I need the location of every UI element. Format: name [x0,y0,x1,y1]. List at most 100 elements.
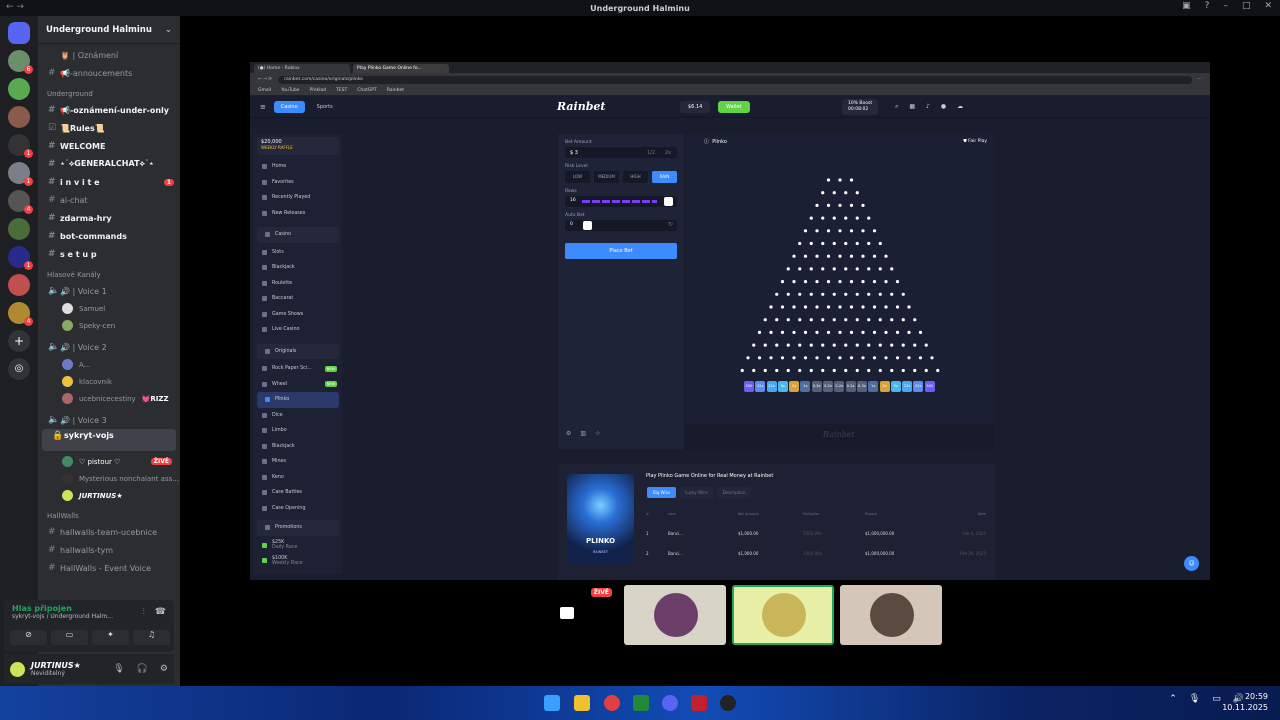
double-button[interactable]: 2x [665,150,671,156]
voice-user[interactable]: Samuel [38,300,180,317]
channel-item[interactable]: # HallWalls - Event Voice [38,559,180,577]
bookmark[interactable]: ChatGPT [357,88,376,93]
half-button[interactable]: 1/2 [647,150,655,156]
server-icon[interactable] [8,274,30,296]
channel-item[interactable]: # 📢-annoucements [38,64,180,82]
browser-tab[interactable]: (●) Home - Roblox [254,64,350,73]
sidebar-item[interactable]: Dice [254,408,342,424]
bell-icon[interactable]: ♪ [926,103,930,111]
autobet-slider[interactable]: 0 ↻ [565,220,677,231]
add-server-icon[interactable]: + [8,330,30,352]
sidebar-item[interactable]: Blackjack [254,260,342,276]
tab-big-wins[interactable]: Big Wins [647,487,677,498]
gift-icon[interactable]: ▦ [909,103,915,111]
soundboard-icon[interactable]: ♫ [133,630,170,645]
boost-timer[interactable]: 10% Boost 00:08:02 [842,99,879,115]
server-icon[interactable]: 1 [8,162,33,186]
fair-play-button[interactable]: ⛊ Fair Play [963,138,987,144]
xbox-icon[interactable] [633,695,649,711]
table-row[interactable]: 1 Banci... $1,000.00 1000.00x $1,000,000… [646,526,986,540]
place-bet-button[interactable]: Place Bet [565,243,677,259]
discord-home-icon[interactable] [8,22,30,44]
server-icon[interactable]: 1 [8,246,33,270]
promo-weekly-race[interactable]: $100K Weekly Race [254,553,342,569]
reset-icon[interactable]: ↻ [668,221,673,228]
channel-item[interactable]: ☑ 📜Rules📜 [38,119,180,137]
server-icon[interactable]: 1 [8,134,33,158]
sidebar-item-favorites[interactable]: Favorites [254,175,342,191]
server-header[interactable]: Underground Halminu ⌄ [38,16,180,44]
close-button[interactable]: ✕ [1264,1,1272,11]
help-icon[interactable]: ? [1205,1,1210,11]
clock[interactable]: 20:59 10.11.2025 [1222,691,1268,713]
nav-arrows-icon[interactable]: ← → ⟳ [258,77,272,82]
steam-icon[interactable] [720,695,736,711]
voice-user[interactable]: JURTINUS★ [38,487,180,504]
category-voice[interactable]: Hlasové Kanály [38,263,180,282]
settings-gear-icon[interactable]: ⚙ [160,664,168,674]
voice-user[interactable]: ♡ pistour ♡ ŽIVĚ [38,453,180,470]
server-icon[interactable]: 4 [8,190,33,214]
info-icon[interactable]: ⓘ [704,139,709,145]
channel-item[interactable]: # hallwalls-team-ucebnice [38,523,180,541]
mic-icon[interactable]: 🎙 [1189,694,1200,704]
tab-sports[interactable]: Sports [310,101,340,113]
server-icon[interactable]: 6 [8,50,33,74]
participant-tile-speaking[interactable] [732,585,834,645]
slider-handle[interactable] [583,221,592,230]
participant-tile[interactable] [840,585,942,645]
channel-item[interactable]: # zdarma-hry [38,209,180,227]
sidebar-item[interactable]: Case Opening [254,501,342,517]
promo-daily-race[interactable]: $25K Daily Race [254,538,342,554]
sidebar-item[interactable]: Game Shows [254,307,342,323]
browser-tab-active[interactable]: Play Plinko Game Online fo... [353,64,449,73]
discord-icon[interactable] [662,695,678,711]
file-explorer-icon[interactable] [574,695,590,711]
headphones-icon[interactable]: 🎧 [137,664,148,674]
risk-low[interactable]: LOW [565,171,590,183]
sidebar-item[interactable]: Live Casino [254,322,342,338]
sidebar-item[interactable]: Wheel NEW [254,377,342,393]
sidebar-item[interactable]: Mines [254,454,342,470]
minimize-button[interactable]: – [1223,1,1228,11]
app-icon[interactable] [691,695,707,711]
server-icon[interactable] [8,78,30,100]
risk-rain[interactable]: RAIN [652,171,677,183]
channel-item[interactable]: # ai-chat [38,191,180,209]
channel-item[interactable]: # 📢-oznámení-under-only [38,101,180,119]
bookmark[interactable]: YouTube [281,88,299,93]
voice-channel[interactable]: 🔈 🔊 | Voice 2 [38,338,180,356]
user-icon[interactable]: ● [941,103,946,111]
microphone-icon[interactable]: 🎙 [113,664,124,674]
channel-item[interactable]: # WELCOME [38,137,180,155]
menu-icon[interactable]: ≡ [260,103,266,111]
channel-item[interactable]: # i n v i t e1 [38,173,180,191]
rainbet-logo[interactable]: Rainbet [557,100,605,113]
chat-icon[interactable]: ☁ [957,103,963,111]
server-icon[interactable] [8,106,30,128]
wallet-button[interactable]: Wallet [718,101,750,113]
address-bar[interactable]: rainbet.com/casino/originals/plinko [278,75,1192,84]
sidebar-section-promotions[interactable]: Promotions [257,520,339,536]
channel-item[interactable]: 🦉 | Oznámení [38,46,180,64]
rows-slider[interactable]: 16 [565,196,677,207]
maximize-button[interactable]: □ [1242,1,1251,11]
sidebar-item-home[interactable]: Home [254,159,342,175]
voice-user[interactable]: klacovnik [38,373,180,390]
extensions-icon[interactable]: ⋯ [1198,77,1203,82]
rows-track[interactable] [582,200,657,203]
display-icon[interactable]: ▭ [1212,694,1221,704]
voice-channel[interactable]: 🔈 🔊 | Voice 3 [38,411,180,429]
bookmark[interactable]: Gmail [258,88,271,93]
screen-share-icon[interactable]: ▭ [51,630,88,645]
screen-share-tile[interactable]: ŽIVĚ [516,585,618,645]
explore-icon[interactable]: ◎ [8,358,30,380]
category-underground[interactable]: Underground [38,82,180,101]
tab-description[interactable]: Description [716,487,752,498]
participant-tile[interactable] [624,585,726,645]
star-icon[interactable]: ☆ [595,430,600,437]
table-row[interactable]: 2 Banci... $1,000.00 1000.00x $1,000,000… [646,546,986,560]
sidebar-item[interactable]: Limbo [254,423,342,439]
support-chat-icon[interactable]: ☺ [1184,556,1199,571]
chrome-icon[interactable] [604,695,620,711]
